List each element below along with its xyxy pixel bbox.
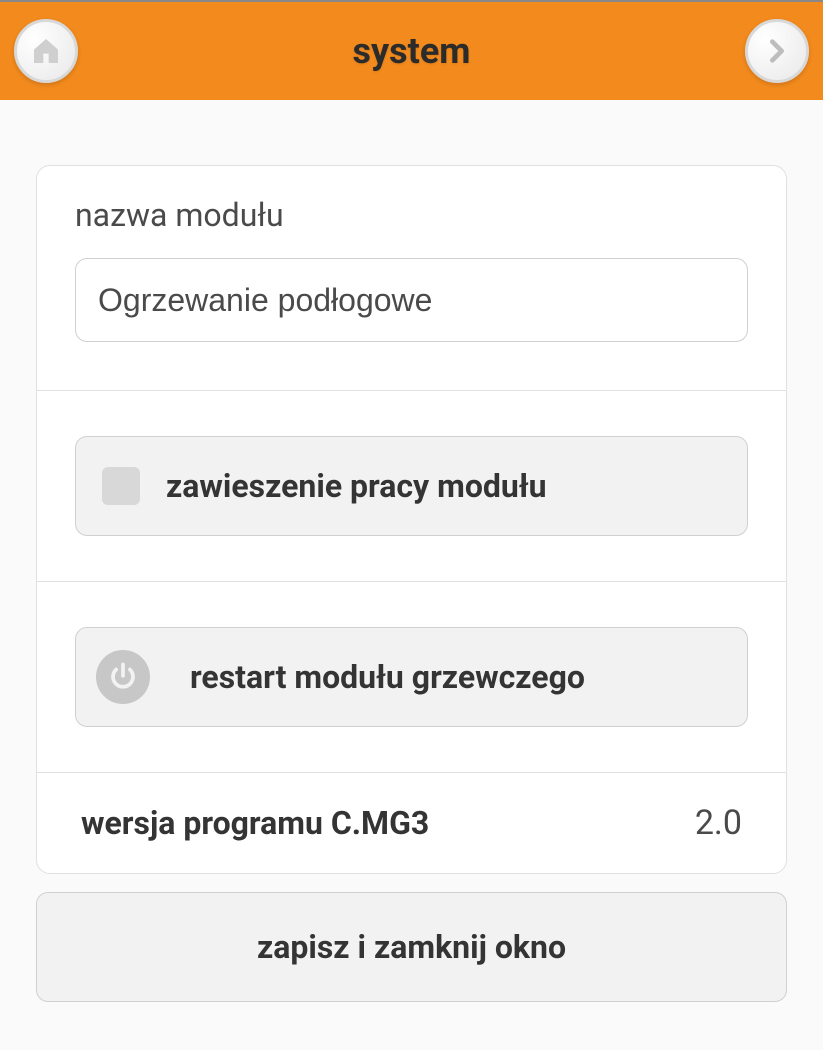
next-button[interactable] <box>745 19 809 83</box>
home-icon <box>30 35 62 67</box>
version-section: wersja programu C.MG3 2.0 <box>37 773 786 873</box>
settings-card: nazwa modułu zawieszenie pracy modułu re… <box>36 165 787 874</box>
content-area: nazwa modułu zawieszenie pracy modułu re… <box>0 100 823 1022</box>
suspend-label: zawieszenie pracy modułu <box>166 467 547 505</box>
checkbox-icon <box>102 467 140 505</box>
suspend-checkbox-row[interactable]: zawieszenie pracy modułu <box>75 436 748 536</box>
save-close-label: zapisz i zamknij okno <box>257 928 566 966</box>
module-name-label: nazwa modułu <box>75 196 748 234</box>
chevron-right-icon <box>763 37 791 65</box>
page-title: system <box>353 30 471 72</box>
module-name-input[interactable] <box>75 258 748 342</box>
home-button[interactable] <box>14 19 78 83</box>
save-close-button[interactable]: zapisz i zamknij okno <box>36 892 787 1002</box>
restart-label: restart modułu grzewczego <box>190 658 585 696</box>
version-value: 2.0 <box>695 803 742 843</box>
restart-button[interactable]: restart modułu grzewczego <box>75 627 748 727</box>
header-bar: system <box>0 0 823 100</box>
module-name-section: nazwa modułu <box>37 166 786 391</box>
power-icon <box>96 650 150 704</box>
version-label: wersja programu C.MG3 <box>81 804 429 842</box>
restart-section: restart modułu grzewczego <box>37 582 786 773</box>
suspend-section: zawieszenie pracy modułu <box>37 391 786 582</box>
